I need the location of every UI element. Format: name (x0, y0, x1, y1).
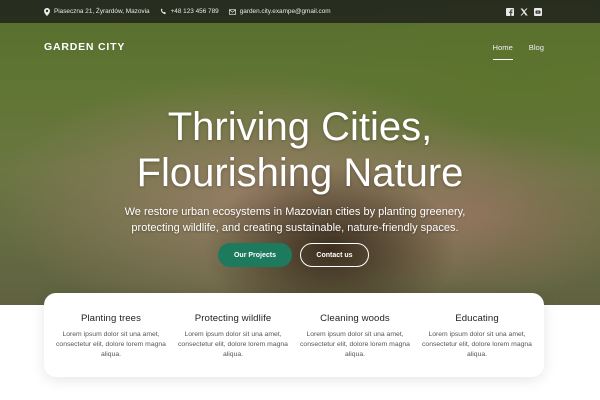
feature-title: Protecting wildlife (194, 313, 272, 324)
envelope-icon (228, 8, 236, 15)
location-pin-icon (44, 7, 50, 16)
youtube-icon[interactable] (534, 7, 542, 16)
contact-list: Piaseczna 21, Żyrardów, Mazovia +48 123 … (44, 7, 331, 16)
phone-text: +48 123 456 789 (170, 8, 219, 15)
contact-us-button[interactable]: Contact us (300, 243, 369, 267)
address-item: Piaseczna 21, Żyrardów, Mazovia (44, 7, 150, 16)
feature-title: Cleaning woods (320, 313, 390, 324)
nav-item-home[interactable]: Home (492, 43, 514, 60)
feature-cleaning-woods: Cleaning woods Lorem ipsum dolor sit una… (294, 313, 416, 377)
hero-title-line-1: Thriving Cities, (167, 105, 433, 149)
feature-educating: Educating Lorem ipsum dolor sit una amet… (416, 313, 538, 377)
site-logo[interactable]: GARDEN CITY (44, 41, 125, 53)
phone-icon (160, 8, 166, 15)
nav-menu: Home Blog (492, 43, 544, 60)
our-projects-button[interactable]: Our Projects (218, 243, 292, 267)
x-icon[interactable] (520, 8, 528, 16)
feature-title: Educating (455, 313, 499, 324)
social-links (506, 7, 542, 16)
feature-planting-trees: Planting trees Lorem ipsum dolor sit una… (50, 313, 172, 377)
features-card: Planting trees Lorem ipsum dolor sit una… (44, 293, 544, 377)
feature-protecting-wildlife: Protecting wildlife Lorem ipsum dolor si… (172, 313, 294, 377)
email-item[interactable]: garden.city.exampe@gmail.com (228, 8, 331, 15)
feature-text: Lorem ipsum dolor sit una amet, consecte… (422, 331, 532, 358)
nav-item-blog[interactable]: Blog (529, 43, 544, 52)
feature-title: Planting trees (80, 313, 142, 324)
facebook-icon[interactable] (506, 7, 514, 16)
main-navigation: GARDEN CITY Home Blog (0, 23, 600, 71)
top-contact-bar: Piaseczna 21, Żyrardów, Mazovia +48 123 … (0, 0, 600, 23)
hero-title-line-2: Flourishing Nature (136, 151, 464, 195)
feature-text: Lorem ipsum dolor sit una amet, consecte… (300, 331, 410, 358)
address-text: Piaseczna 21, Żyrardów, Mazovia (54, 8, 150, 15)
hero-title: Thriving Cities, Flourishing Nature (0, 104, 600, 196)
email-text: garden.city.exampe@gmail.com (239, 8, 331, 15)
phone-item[interactable]: +48 123 456 789 (160, 8, 219, 15)
feature-text: Lorem ipsum dolor sit una amet, consecte… (178, 331, 288, 358)
hero-subtitle: We restore urban ecosystems in Mazovian … (124, 206, 466, 234)
feature-text: Lorem ipsum dolor sit una amet, consecte… (56, 331, 166, 358)
